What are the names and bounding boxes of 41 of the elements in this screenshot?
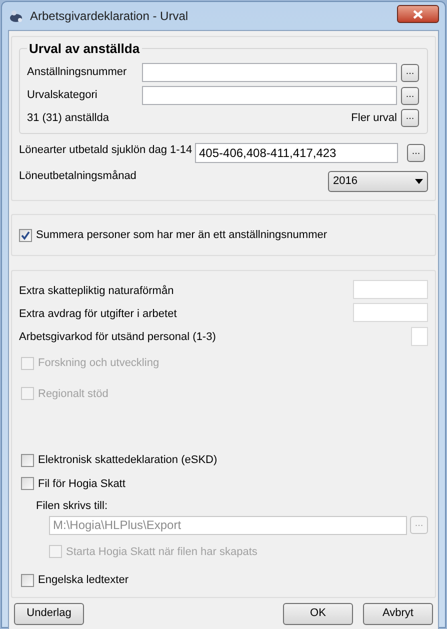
caret-icon (415, 178, 423, 184)
input-field[interactable] (353, 303, 428, 322)
month-dropdown[interactable]: 2016 (328, 170, 428, 192)
field-label: Filen skrivs till: (36, 500, 108, 512)
browse-button[interactable]: ... (401, 109, 419, 127)
field-label: Lönearter utbetald sjuklön dag 1-14 (19, 143, 194, 158)
checkbox-label: Engelska ledtexter (38, 573, 128, 588)
field-label: Löneutbetalningsmånad (19, 169, 136, 184)
close-button[interactable] (397, 5, 439, 23)
checkbox[interactable] (21, 454, 34, 467)
field-label: Extra avdrag för utgifter i arbetet (19, 307, 177, 322)
field-label: Arbetsgivarkod för utsänd personal (1-3) (19, 330, 216, 345)
close-icon (413, 10, 423, 18)
app-icon (8, 9, 24, 23)
dialog-button[interactable]: OK (283, 602, 353, 624)
checkbox-label: Summera personer som har mer än ett anställningsnummer (36, 228, 328, 243)
input-field[interactable]: 405-406,408-411,417,423 (195, 143, 398, 163)
browse-button[interactable]: ... (407, 144, 425, 162)
input-field[interactable] (142, 63, 397, 82)
browse-button[interactable]: ... (401, 86, 419, 104)
checkbox-label: Forskning och utveckling (38, 356, 160, 371)
field-label: Extra skattepliktig naturaförmån (19, 284, 174, 299)
field-label: Fler urval (351, 110, 397, 126)
dialog-button[interactable]: Avbryt (363, 602, 433, 624)
input-field[interactable] (353, 280, 428, 299)
input-field[interactable] (142, 86, 397, 105)
checkbox[interactable] (19, 228, 32, 242)
field-label: Anställningsnummer (27, 65, 128, 80)
input-field[interactable] (411, 327, 428, 346)
checkbox-label: Starta Hogia Skatt när filen har skapats (66, 544, 258, 560)
checkbox-label: Elektronisk skattedeklaration (eSKD) (38, 453, 218, 468)
checkbox-label: Fil för Hogia Skatt (38, 476, 126, 492)
employee-count: 31 (31) anställda (27, 110, 109, 126)
browse-button[interactable]: ... (401, 64, 419, 82)
checkbox[interactable] (21, 477, 34, 490)
dialog-button[interactable]: Underlag (14, 602, 84, 624)
checkmark-icon (21, 230, 30, 240)
window-title: Arbetsgivardeklaration - Urval (30, 8, 188, 25)
field-label: Urvalskategori (27, 88, 98, 104)
checkbox[interactable] (21, 574, 34, 587)
checkbox-label: Regionalt stöd (38, 386, 108, 402)
